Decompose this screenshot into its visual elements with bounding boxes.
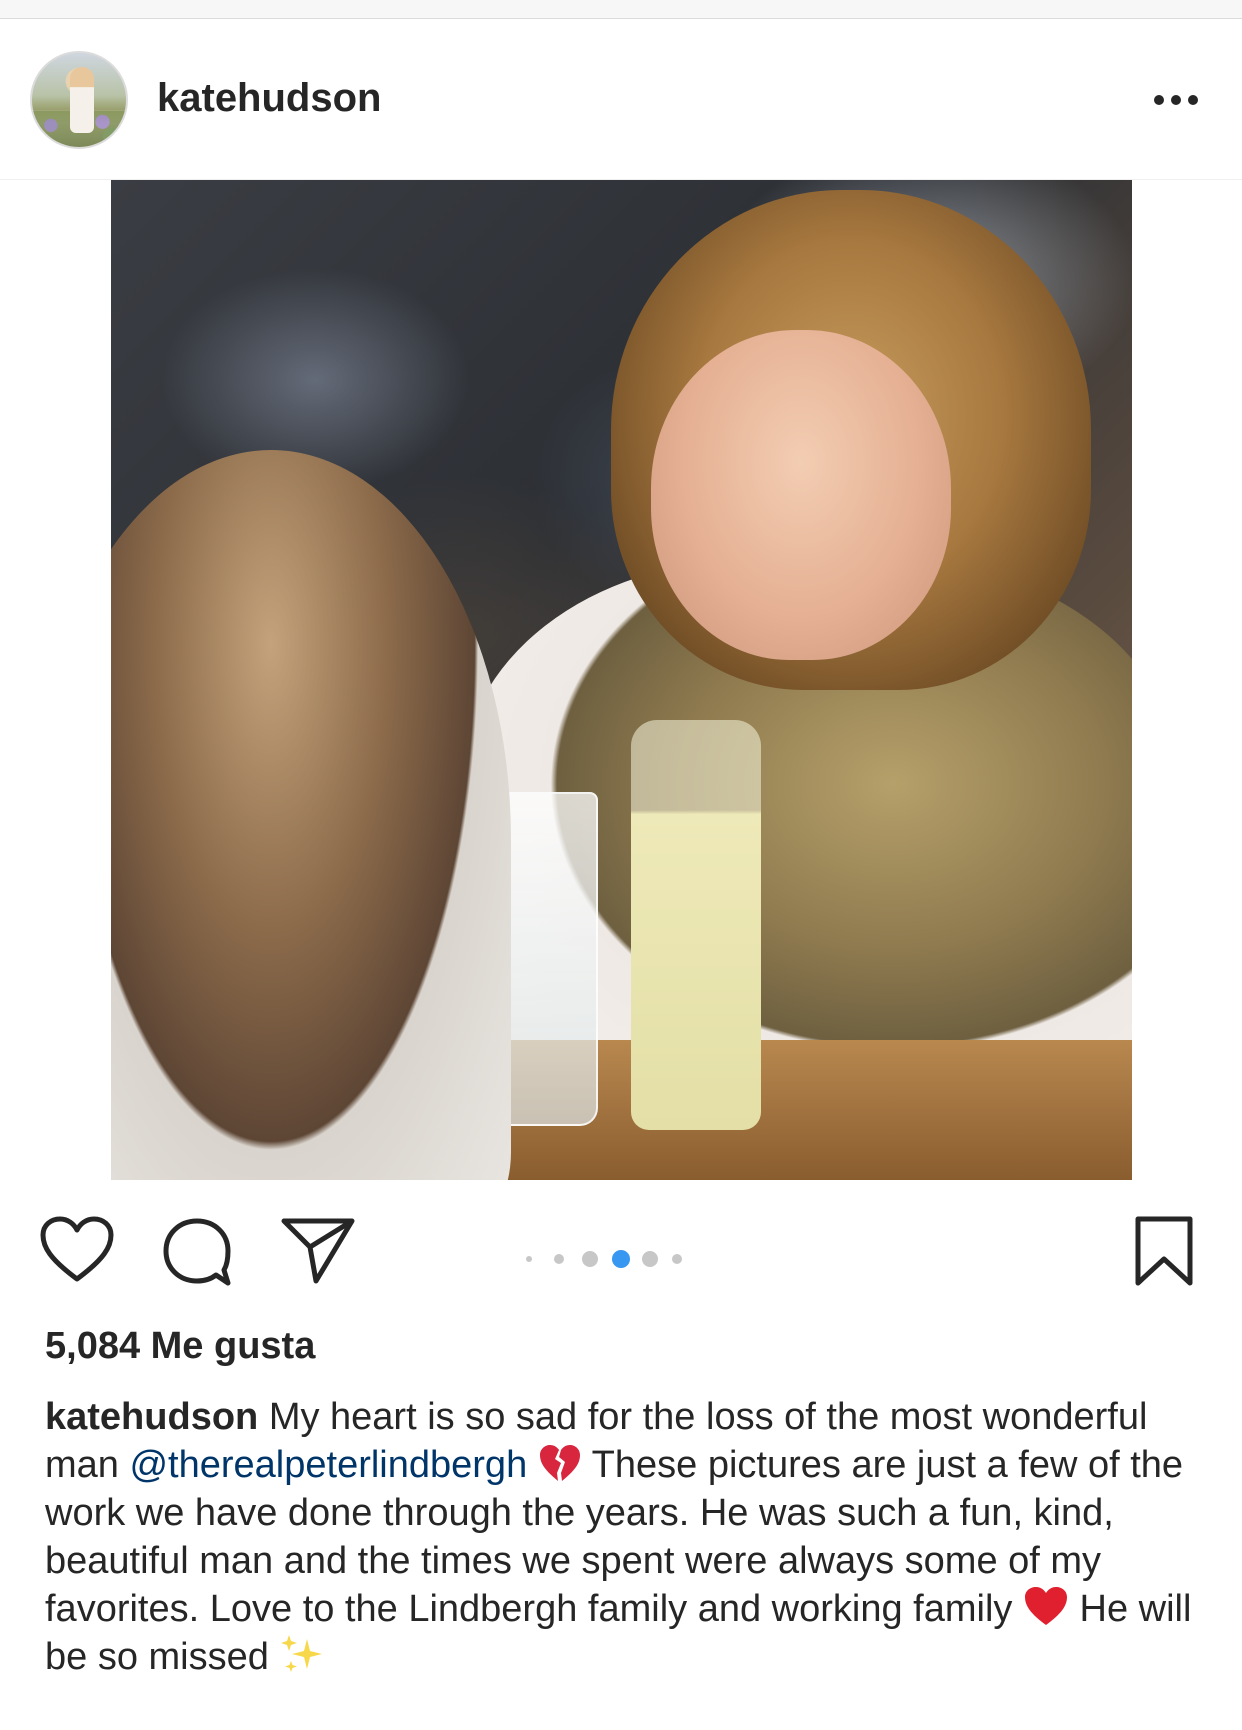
carousel-dot xyxy=(672,1254,682,1264)
caption-mention[interactable]: @therealpeterlindbergh xyxy=(129,1444,527,1486)
comment-bubble-icon[interactable] xyxy=(160,1215,234,1289)
caption-author[interactable]: katehudson xyxy=(45,1396,258,1438)
post-image[interactable] xyxy=(111,180,1132,1180)
broken-heart-emoji xyxy=(539,1445,580,1481)
carousel-dot xyxy=(582,1251,598,1267)
post-header: katehudson xyxy=(0,19,1242,180)
avatar[interactable] xyxy=(30,51,128,149)
heart-outline-icon[interactable] xyxy=(38,1215,116,1285)
photo-bottle xyxy=(631,720,761,1130)
likes-count[interactable]: 5,084 Me gusta xyxy=(45,1325,315,1368)
post-username[interactable]: katehudson xyxy=(157,76,381,121)
red-heart-emoji xyxy=(1024,1587,1067,1625)
avatar-figure xyxy=(70,67,94,133)
carousel-dot-active xyxy=(612,1250,630,1268)
carousel-dot xyxy=(642,1251,658,1267)
carousel-dot xyxy=(526,1256,532,1262)
photo-face xyxy=(651,330,951,660)
more-horizontal-icon[interactable] xyxy=(1154,95,1198,107)
paper-plane-icon[interactable] xyxy=(280,1213,356,1285)
carousel-dot xyxy=(554,1254,564,1264)
bookmark-outline-icon[interactable] xyxy=(1132,1215,1196,1289)
post-caption: katehudson My heart is so sad for the lo… xyxy=(45,1393,1205,1681)
action-bar xyxy=(0,1195,1242,1315)
status-strip xyxy=(0,0,1242,19)
sparkles-emoji xyxy=(281,1635,323,1672)
